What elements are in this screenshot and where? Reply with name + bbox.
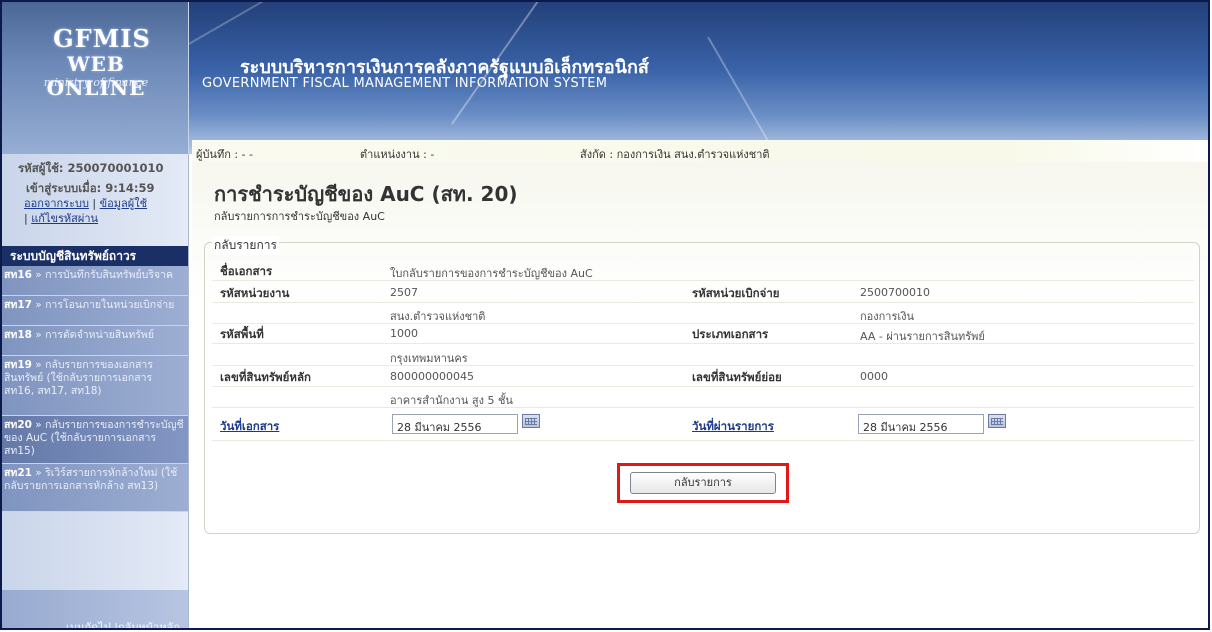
area-code-value: 1000 <box>390 327 418 340</box>
app-window: GFMIS WEB ONLINE ministry of finance ระบ… <box>0 0 1210 630</box>
recorder-info: ผู้บันทึก : - - <box>196 148 253 161</box>
system-title-english: GOVERNMENT FISCAL MANAGEMENT INFORMATION… <box>202 76 608 91</box>
menu-code: สท17 <box>4 299 32 311</box>
form-row-doc-name: ชื่อเอกสาร ใบกลับรายการของการชำระบัญชีขอ… <box>212 260 1194 281</box>
sidebar-item-st19[interactable]: สท19 » กลับรายการของเอกสารสินทรัพย์ (ใช้… <box>2 356 188 416</box>
header-decoration <box>707 2 1119 154</box>
sub-asset-label: เลขที่สินทรัพย์ย่อย <box>692 370 782 384</box>
form-row-agency-name: สนง.ตำรวจแห่งชาติ กองการเงิน <box>212 303 1194 324</box>
calendar-icon[interactable] <box>522 414 540 428</box>
menu-code: สท20 <box>4 419 32 431</box>
form-row-area-name: กรุงเทพมหานคร <box>212 345 1194 366</box>
doc-date-input[interactable]: 28 มีนาคม 2556 <box>392 414 518 434</box>
user-info-link[interactable]: ข้อมูลผู้ใช้ <box>100 197 147 210</box>
asset-description: อาคารสำนักงาน สูง 5 ชั้น <box>390 394 513 407</box>
sidebar-item-st21[interactable]: สท21 » ริเวิร์สรายการหักล้างใหม่ (ใช้กลั… <box>2 464 188 512</box>
doc-type-label: ประเภทเอกสาร <box>692 327 769 341</box>
doc-name-value: ใบกลับรายการของการชำระบัญชีของ AuC <box>390 267 593 280</box>
form-row-agency: รหัสหน่วยงาน 2507 รหัสหน่วยเบิกจ่าย 2500… <box>212 282 1194 303</box>
doc-name-label: ชื่อเอกสาร <box>220 264 273 278</box>
page-subtitle: กลับรายการการชำระบัญชีของ AuC <box>214 210 385 223</box>
fieldset-legend: กลับรายการ <box>212 236 279 255</box>
logo-ministry: ministry of finance <box>43 76 149 89</box>
form-row-dates: วันที่เอกสาร 28 มีนาคม 2556 วันที่ผ่านรา… <box>212 410 1194 441</box>
agency-code-label: รหัสหน่วยงาน <box>220 286 290 300</box>
main-asset-label: เลขที่สินทรัพย์หลัก <box>220 370 311 384</box>
logout-link[interactable]: ออกจากระบบ <box>24 197 89 210</box>
sidebar-item-st20[interactable]: สท20 » กลับรายการของการชำระบัญชีของ AuC … <box>2 416 188 464</box>
sidebar-footer-area: เมนูถัดไป |กลับหน้าหลัก <box>2 590 188 628</box>
post-date-input[interactable]: 28 มีนาคม 2556 <box>858 414 984 434</box>
sub-asset-value: 0000 <box>860 370 888 383</box>
form-row-asset: เลขที่สินทรัพย์หลัก 800000000045 เลขที่ส… <box>212 366 1194 387</box>
logo-title: GFMIS <box>53 24 151 53</box>
disb-unit-value: 2500700010 <box>860 286 930 299</box>
area-name: กรุงเทพมหานคร <box>390 352 468 365</box>
sidebar: รหัสผู้ใช้: 250070001010 เข้าสู่ระบบเมื่… <box>2 154 189 628</box>
main-content: การชำระบัญชีของ AuC (สท. 20) กลับรายการก… <box>192 162 1208 628</box>
area-code-label: รหัสพื้นที่ <box>220 327 264 341</box>
user-links: ออกจากระบบ | ข้อมูลผู้ใช้ | แก้ไขรหัสผ่า… <box>24 197 148 225</box>
menu-code: สท18 <box>4 329 32 341</box>
agency-code-value: 2507 <box>390 286 418 299</box>
menu-code: สท16 <box>4 269 32 281</box>
menu-label: การบันทึกรับสินทรัพย์บริจาค <box>45 269 173 281</box>
menu-header: ระบบบัญชีสินทรัพย์ถาวร <box>2 246 188 266</box>
menu-code: สท21 <box>4 467 32 479</box>
post-date-label[interactable]: วันที่ผ่านรายการ <box>692 418 774 436</box>
doc-type-value: AA - ผ่านรายการสินทรัพย์ <box>860 330 985 343</box>
calendar-icon[interactable] <box>988 414 1006 428</box>
disb-unit-label: รหัสหน่วยเบิกจ่าย <box>692 286 780 300</box>
form-row-area: รหัสพื้นที่ 1000 ประเภทเอกสาร AA - ผ่านร… <box>212 323 1194 344</box>
header-banner: GFMIS WEB ONLINE ministry of finance ระบ… <box>2 2 1208 154</box>
menu-label: การตัดจำหน่ายสินทรัพย์ <box>45 329 155 341</box>
main-asset-value: 800000000045 <box>390 370 474 383</box>
position-info: ตำแหน่งงาน : - <box>360 148 435 161</box>
affiliation-info: สังกัด : กองการเงิน สนง.ตำรวจแห่งชาติ <box>580 148 770 161</box>
user-id: รหัสผู้ใช้: 250070001010 <box>18 161 164 175</box>
change-password-link[interactable]: แก้ไขรหัสผ่าน <box>31 212 98 225</box>
reverse-button[interactable]: กลับรายการ <box>630 472 776 494</box>
info-bar: ผู้บันทึก : - - ตำแหน่งงาน : - สังกัด : … <box>192 140 1208 162</box>
page-title: การชำระบัญชีของ AuC (สท. 20) <box>214 182 518 206</box>
sidebar-footer-links[interactable]: เมนูถัดไป |กลับหน้าหลัก <box>66 618 180 628</box>
sidebar-item-st17[interactable]: สท17 » การโอนภายในหน่วยเบิกจ่าย <box>2 296 188 326</box>
menu-label: การโอนภายในหน่วยเบิกจ่าย <box>45 299 175 311</box>
logo: GFMIS WEB ONLINE ministry of finance <box>2 2 189 154</box>
form-row-asset-desc: อาคารสำนักงาน สูง 5 ชั้น <box>212 387 1194 408</box>
menu-code: สท19 <box>4 359 32 371</box>
doc-date-label[interactable]: วันที่เอกสาร <box>220 418 279 436</box>
sidebar-item-st18[interactable]: สท18 » การตัดจำหน่ายสินทรัพย์ <box>2 326 188 356</box>
sidebar-item-st16[interactable]: สท16 » การบันทึกรับสินทรัพย์บริจาค <box>2 266 188 296</box>
